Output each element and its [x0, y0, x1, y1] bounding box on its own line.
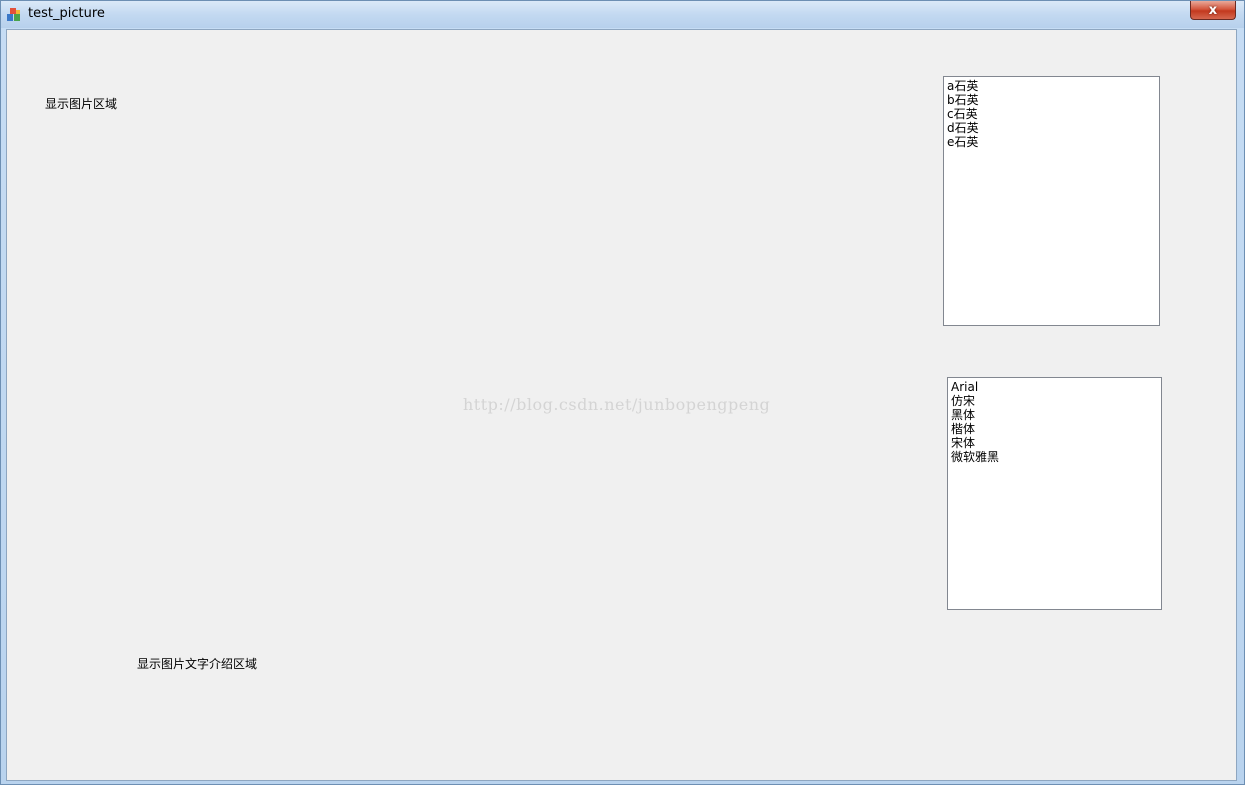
list-item[interactable]: e石英 [947, 135, 1156, 149]
list-item[interactable]: 黑体 [951, 408, 1158, 422]
list-item[interactable]: c石英 [947, 107, 1156, 121]
font-listbox[interactable]: Arial 仿宋 黑体 楷体 宋体 微软雅黑 [947, 377, 1162, 610]
java-app-icon [7, 8, 20, 21]
close-button[interactable]: x [1190, 1, 1236, 20]
client-area: 显示图片区域 a石英 b石英 c石英 d石英 e石英 http://blog.csdn.… [6, 29, 1237, 781]
quartz-listbox[interactable]: a石英 b石英 c石英 d石英 e石英 [943, 76, 1160, 326]
watermark-text: http://blog.csdn.net/junbopengpeng [463, 395, 771, 414]
list-item[interactable]: 楷体 [951, 422, 1158, 436]
text-area-label: 显示图片文字介绍区域 [137, 657, 258, 671]
list-item[interactable]: 仿宋 [951, 394, 1158, 408]
title-bar[interactable]: test_picture x [1, 1, 1244, 28]
image-area-label: 显示图片区域 [45, 97, 118, 111]
list-item[interactable]: 宋体 [951, 436, 1158, 450]
app-window: test_picture x 显示图片区域 a石英 b石英 c石英 d石英 e石英 ht… [0, 0, 1245, 785]
list-item[interactable]: d石英 [947, 121, 1156, 135]
font-list-items: Arial 仿宋 黑体 楷体 宋体 微软雅黑 [948, 378, 1161, 466]
window-title: test_picture [28, 6, 105, 21]
list-item[interactable]: a石英 [947, 79, 1156, 93]
list-item[interactable]: b石英 [947, 93, 1156, 107]
close-icon: x [1208, 2, 1218, 18]
list-item[interactable]: Arial [951, 380, 1158, 394]
quartz-list-items: a石英 b石英 c石英 d石英 e石英 [944, 77, 1159, 151]
list-item[interactable]: 微软雅黑 [951, 450, 1158, 464]
